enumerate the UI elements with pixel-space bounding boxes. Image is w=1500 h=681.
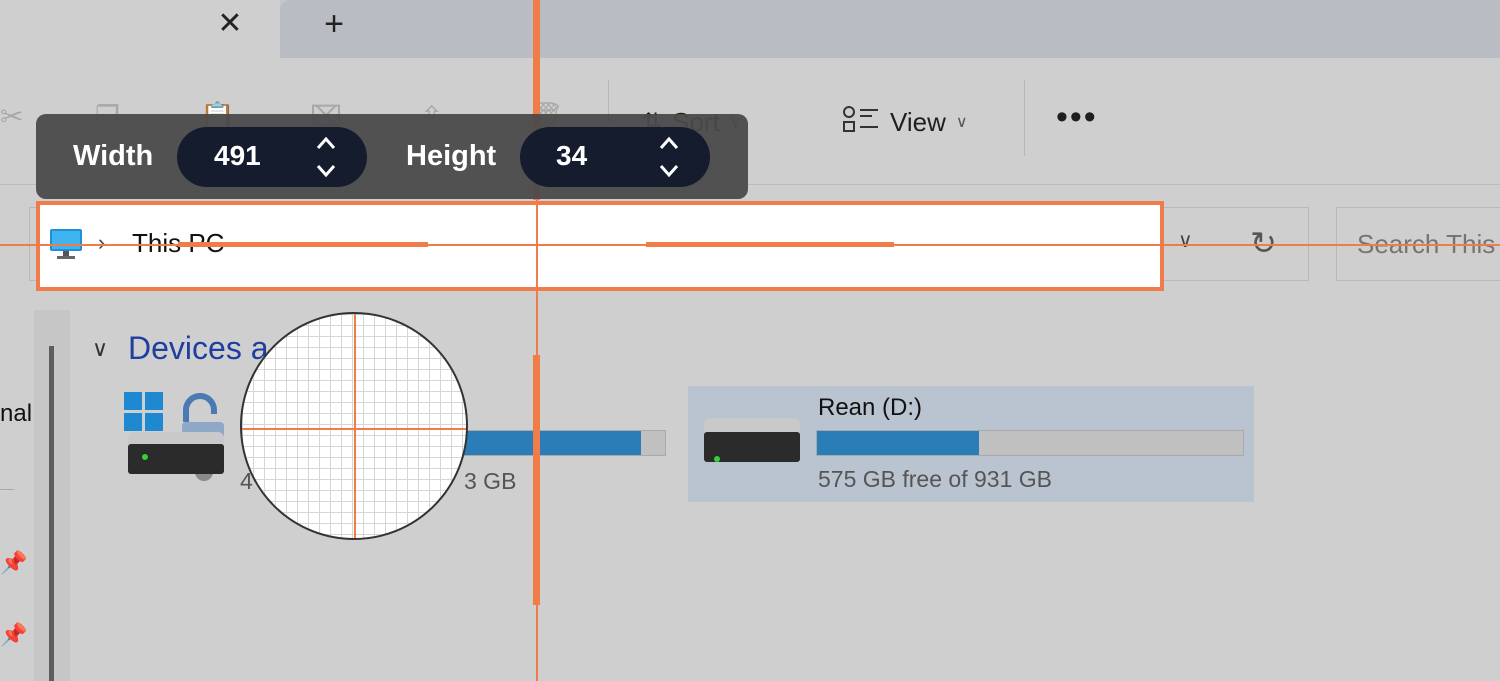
height-spinner-icon[interactable] <box>657 134 681 180</box>
close-tab-icon[interactable]: ✕ <box>208 4 252 44</box>
width-label: Width <box>73 140 154 172</box>
tab-strip-background <box>280 0 1500 58</box>
windows-logo-icon <box>124 392 163 431</box>
refresh-icon[interactable]: ↻ <box>1250 224 1277 262</box>
collapse-group-chevron-icon[interactable]: ∨ <box>92 336 108 362</box>
drive-d-usage-fill <box>817 431 979 455</box>
group-header-devices[interactable]: Devices a <box>128 330 269 367</box>
chevron-down-icon: ∨ <box>955 114 968 131</box>
drive-led <box>714 456 720 462</box>
drive-d-usage-bar <box>816 430 1244 456</box>
view-label: View <box>890 106 946 137</box>
toolbar-divider <box>1024 80 1025 156</box>
height-value[interactable]: 34 <box>556 140 587 172</box>
address-history-chevron-icon[interactable]: ∨ <box>1178 228 1193 253</box>
height-label: Height <box>406 140 497 172</box>
tab-strip: ✕ + <box>0 0 1500 58</box>
pin-icon[interactable]: 📌 <box>0 550 27 576</box>
measurement-selection-rectangle[interactable] <box>36 201 1164 291</box>
pin-icon[interactable]: 📌 <box>0 622 27 648</box>
height-field[interactable] <box>520 127 710 187</box>
new-tab-icon[interactable]: + <box>312 4 356 44</box>
drive-tile-d[interactable]: Rean (D:) 575 GB free of 931 GB <box>688 386 1254 502</box>
drive-c-space-end: 3 GB <box>464 468 517 494</box>
drive-d-disk-top <box>704 418 800 432</box>
more-options-button[interactable]: ••• <box>1056 98 1098 137</box>
width-value[interactable]: 491 <box>214 140 261 172</box>
drive-led <box>142 454 148 460</box>
loupe-crosshair-vertical <box>354 314 356 538</box>
magnifier-loupe <box>240 312 468 540</box>
view-button[interactable]: View ∨ <box>842 100 968 144</box>
drive-d-space-text: 575 GB free of 931 GB <box>818 466 1052 492</box>
nav-item-label[interactable]: nal <box>0 400 32 428</box>
drive-d-name: Rean (D:) <box>818 394 923 421</box>
cut-icon[interactable]: ✂ <box>0 100 23 133</box>
view-icon <box>842 105 880 140</box>
width-spinner-icon[interactable] <box>314 134 338 180</box>
vertical-guide-segment <box>533 355 540 605</box>
width-field[interactable] <box>177 127 367 187</box>
drive-c-usage-bar <box>460 430 666 456</box>
nav-divider <box>0 489 14 490</box>
navigation-scrollbar[interactable] <box>49 346 54 681</box>
drive-c-usage-fill <box>461 431 641 455</box>
